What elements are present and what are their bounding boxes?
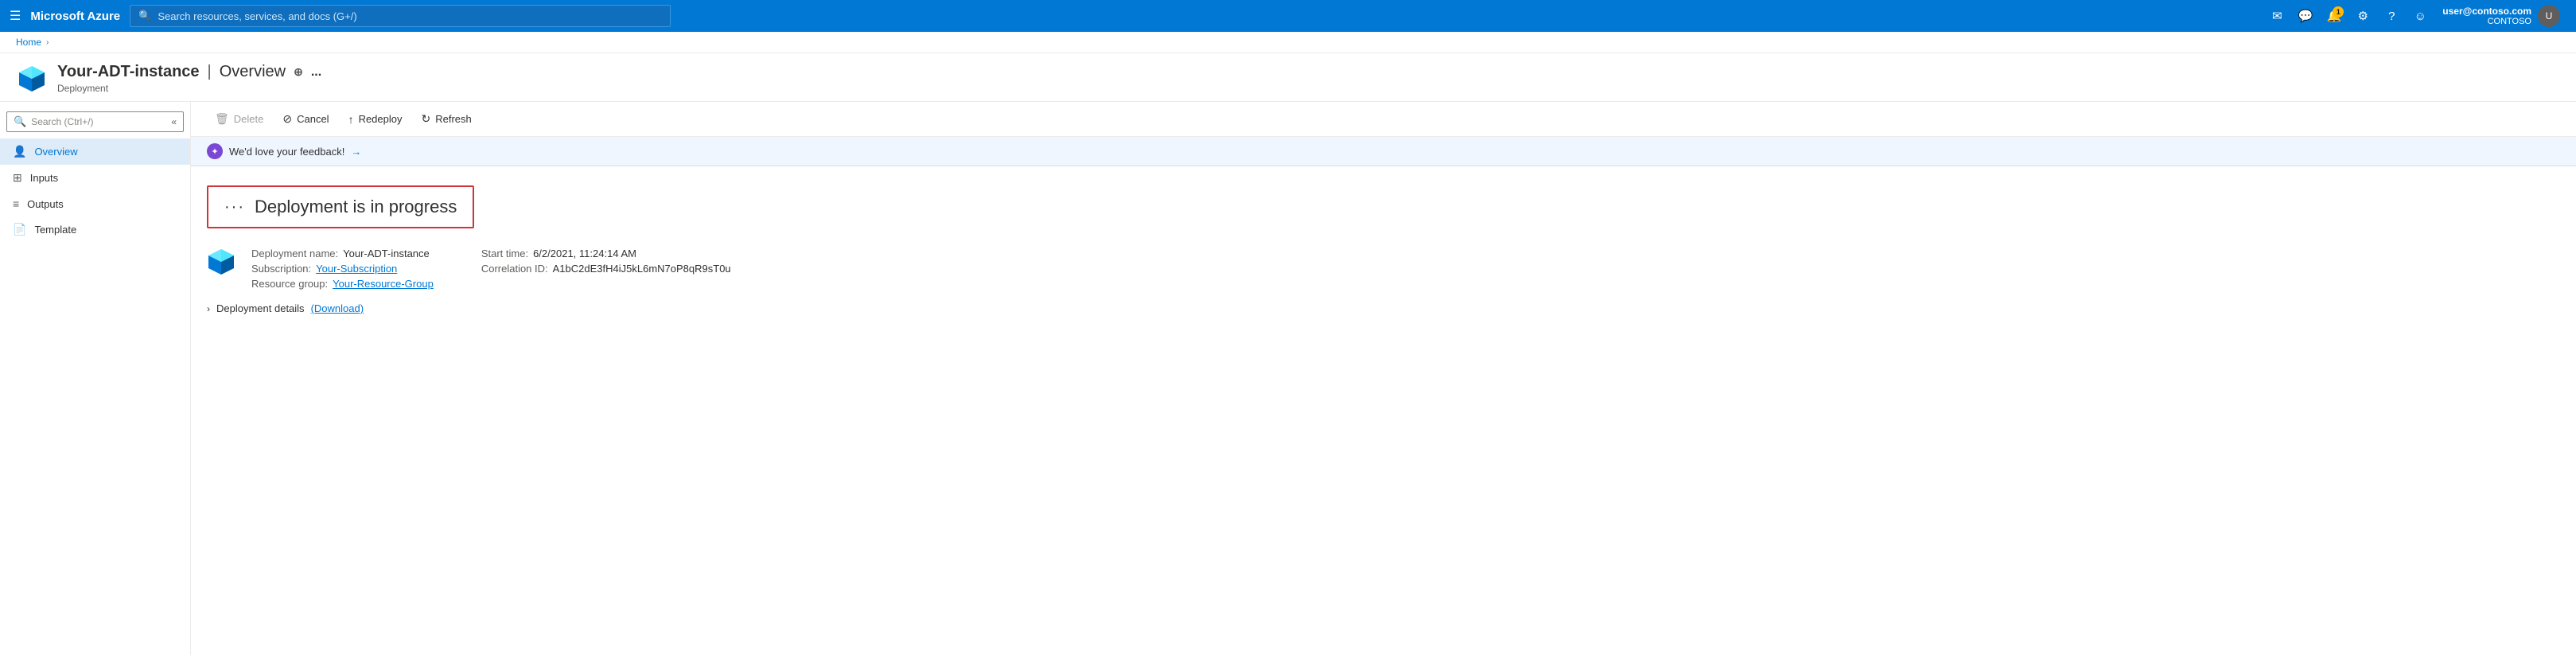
deployment-name-row: Deployment name: Your-ADT-instance bbox=[251, 248, 434, 259]
sidebar-item-outputs-label: Outputs bbox=[27, 198, 64, 210]
breadcrumb: Home › bbox=[0, 32, 2576, 53]
more-options-icon[interactable]: ... bbox=[311, 65, 321, 80]
details-chevron-icon: › bbox=[207, 303, 210, 314]
sidebar-item-inputs-label: Inputs bbox=[30, 172, 58, 184]
correlation-row: Correlation ID: A1bC2dE3fH4iJ5kL6mN7oP8q… bbox=[481, 263, 731, 275]
email-icon[interactable]: ✉ bbox=[2264, 3, 2290, 29]
content-area: 🗑 Delete ⊘ Cancel ↑ Redeploy ↻ Refresh ✦… bbox=[191, 102, 2576, 655]
nav-icon-group: ✉ 💬 🔔 1 ⚙ ? ☺ user@contoso.com CONTOSO U bbox=[2264, 3, 2566, 29]
cancel-icon: ⊘ bbox=[282, 112, 292, 126]
breadcrumb-home[interactable]: Home bbox=[16, 37, 41, 48]
delete-label: Delete bbox=[234, 113, 264, 125]
section-name: Overview bbox=[220, 63, 286, 81]
settings-icon[interactable]: ⚙ bbox=[2350, 3, 2376, 29]
deployment-section: ··· Deployment is in progress bbox=[191, 166, 2576, 333]
deployment-name-label: Deployment name: bbox=[251, 248, 338, 259]
brand-name: Microsoft Azure bbox=[30, 10, 120, 23]
sidebar: 🔍 « 👤 Overview ⊞ Inputs ≡ Outputs 📄 Temp… bbox=[0, 102, 191, 655]
outputs-icon: ≡ bbox=[13, 197, 19, 210]
page-header: Your-ADT-instance | Overview ⊕ ... Deplo… bbox=[0, 53, 2576, 102]
redeploy-label: Redeploy bbox=[359, 113, 403, 125]
start-time-value: 6/2/2021, 11:24:14 AM bbox=[533, 248, 636, 259]
help-icon[interactable]: ? bbox=[2379, 3, 2404, 29]
title-area: Your-ADT-instance | Overview ⊕ ... Deplo… bbox=[57, 63, 2560, 94]
chat-icon[interactable]: 💬 bbox=[2293, 3, 2318, 29]
page-title: Your-ADT-instance | Overview ⊕ ... bbox=[57, 63, 2560, 81]
user-name: user@contoso.com bbox=[2442, 6, 2531, 17]
feedback-purple-icon: ✦ bbox=[207, 143, 223, 159]
sidebar-item-template-label: Template bbox=[34, 224, 76, 236]
deployment-status-box: ··· Deployment is in progress bbox=[207, 185, 474, 228]
adt-resource-icon bbox=[18, 64, 46, 93]
deployment-info: Deployment name: Your-ADT-instance Subsc… bbox=[248, 248, 731, 290]
resource-group-row: Resource group: Your-Resource-Group bbox=[251, 278, 434, 290]
sidebar-search-input[interactable] bbox=[31, 116, 166, 127]
search-input[interactable] bbox=[158, 10, 662, 22]
refresh-label: Refresh bbox=[435, 113, 472, 125]
sidebar-search-box[interactable]: 🔍 « bbox=[6, 111, 184, 132]
redeploy-button[interactable]: ↑ Redeploy bbox=[340, 109, 411, 130]
sidebar-item-outputs[interactable]: ≡ Outputs bbox=[0, 191, 190, 216]
subscription-row: Subscription: Your-Subscription bbox=[251, 263, 434, 275]
deployment-dots-icon: ··· bbox=[224, 198, 245, 216]
user-account[interactable]: user@contoso.com CONTOSO U bbox=[2436, 5, 2566, 27]
refresh-icon: ↻ bbox=[422, 112, 431, 126]
cancel-label: Cancel bbox=[297, 113, 329, 125]
deployment-resource-icon bbox=[207, 248, 235, 276]
deployment-details-row[interactable]: › Deployment details (Download) bbox=[207, 302, 2560, 314]
search-icon: 🔍 bbox=[138, 10, 151, 22]
delete-button[interactable]: 🗑 Delete bbox=[207, 108, 271, 130]
global-search-bar[interactable]: 🔍 bbox=[130, 5, 671, 27]
subscription-value[interactable]: Your-Subscription bbox=[316, 263, 397, 275]
sidebar-item-template[interactable]: 📄 Template bbox=[0, 216, 190, 243]
deployment-details-label: Deployment details bbox=[216, 302, 305, 314]
overview-icon: 👤 bbox=[13, 145, 26, 158]
feedback-icon-symbol: ✦ bbox=[211, 146, 218, 157]
correlation-value: A1bC2dE3fH4iJ5kL6mN7oP8qR9sT0u bbox=[553, 263, 731, 275]
start-time-row: Start time: 6/2/2021, 11:24:14 AM bbox=[481, 248, 731, 259]
collapse-sidebar-button[interactable]: « bbox=[171, 116, 177, 127]
avatar: U bbox=[2538, 5, 2560, 27]
resource-group-label: Resource group: bbox=[251, 278, 328, 290]
resource-icon-wrap bbox=[16, 63, 48, 95]
deployment-info-left: Deployment name: Your-ADT-instance Subsc… bbox=[251, 248, 434, 290]
hamburger-menu[interactable]: ☰ bbox=[10, 8, 21, 24]
download-link[interactable]: (Download) bbox=[311, 302, 364, 314]
notification-bell[interactable]: 🔔 1 bbox=[2321, 3, 2347, 29]
page-subtitle: Deployment bbox=[57, 83, 2560, 94]
redeploy-icon: ↑ bbox=[348, 113, 354, 126]
subscription-label: Subscription: bbox=[251, 263, 311, 275]
title-separator: | bbox=[208, 63, 212, 81]
top-navigation: ☰ Microsoft Azure 🔍 ✉ 💬 🔔 1 ⚙ ? ☺ user@c… bbox=[0, 0, 2576, 32]
feedback-bar: ✦ We'd love your feedback! → bbox=[191, 137, 2576, 166]
start-time-label: Start time: bbox=[481, 248, 528, 259]
deployment-status-text: Deployment is in progress bbox=[255, 197, 457, 217]
correlation-label: Correlation ID: bbox=[481, 263, 548, 275]
resource-group-value[interactable]: Your-Resource-Group bbox=[333, 278, 434, 290]
sidebar-item-inputs[interactable]: ⊞ Inputs bbox=[0, 165, 190, 191]
resource-name: Your-ADT-instance bbox=[57, 63, 200, 81]
cancel-button[interactable]: ⊘ Cancel bbox=[274, 108, 337, 130]
user-tenant: CONTOSO bbox=[2442, 17, 2531, 26]
inputs-icon: ⊞ bbox=[13, 171, 22, 185]
main-layout: 🔍 « 👤 Overview ⊞ Inputs ≡ Outputs 📄 Temp… bbox=[0, 102, 2576, 655]
sidebar-search-icon: 🔍 bbox=[14, 115, 26, 128]
refresh-button[interactable]: ↻ Refresh bbox=[414, 108, 480, 130]
breadcrumb-chevron: › bbox=[46, 38, 49, 47]
delete-icon: 🗑 bbox=[215, 112, 229, 126]
feedback-icon[interactable]: ☺ bbox=[2407, 3, 2433, 29]
feedback-arrow-link[interactable]: → bbox=[351, 146, 361, 158]
deployment-name-value: Your-ADT-instance bbox=[343, 248, 430, 259]
notification-badge: 1 bbox=[2333, 6, 2344, 18]
pin-icon[interactable]: ⊕ bbox=[294, 65, 303, 79]
toolbar: 🗑 Delete ⊘ Cancel ↑ Redeploy ↻ Refresh bbox=[191, 102, 2576, 137]
sidebar-item-overview-label: Overview bbox=[34, 146, 77, 158]
sidebar-item-overview[interactable]: 👤 Overview bbox=[0, 138, 190, 165]
template-icon: 📄 bbox=[13, 223, 26, 236]
deployment-info-right: Start time: 6/2/2021, 11:24:14 AM Correl… bbox=[481, 248, 731, 290]
feedback-text: We'd love your feedback! bbox=[229, 146, 344, 158]
